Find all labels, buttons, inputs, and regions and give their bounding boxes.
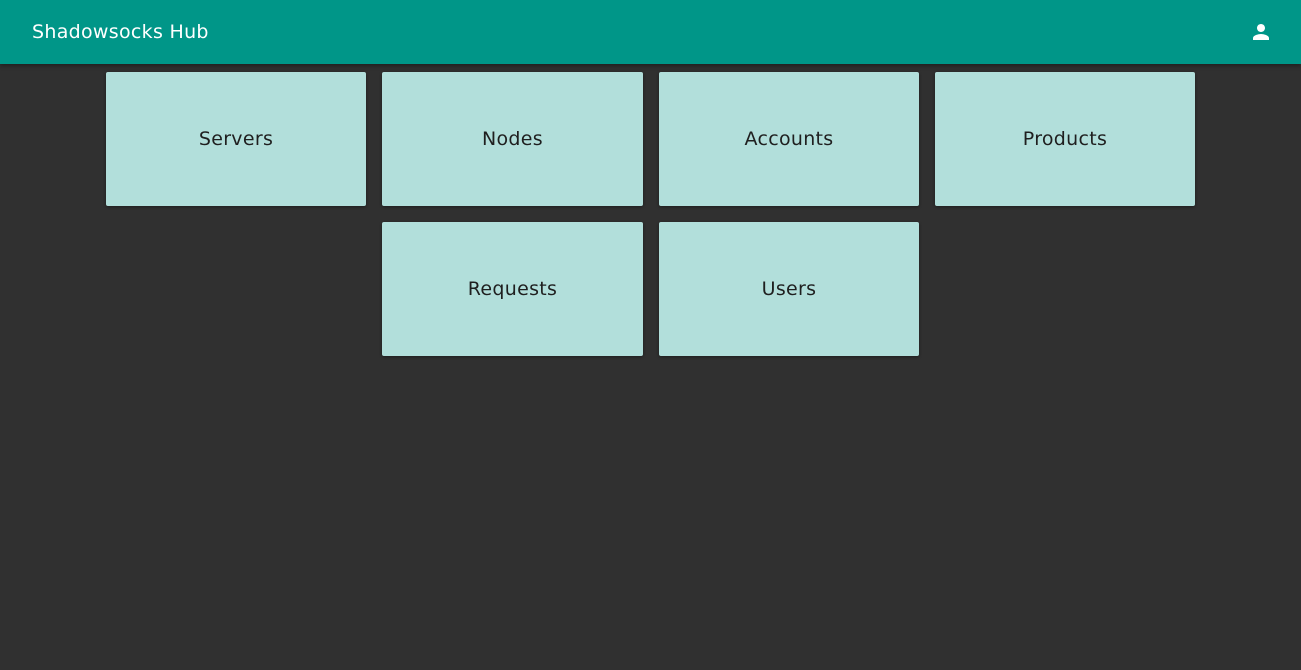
tile-users[interactable]: Users [659,222,919,356]
tile-products[interactable]: Products [935,72,1195,206]
tile-servers[interactable]: Servers [106,72,366,206]
app-toolbar: Shadowsocks Hub [0,0,1301,64]
tile-label: Requests [467,278,558,300]
tile-label: Nodes [482,128,543,150]
account-button[interactable] [1241,12,1281,52]
tile-label: Servers [198,128,274,150]
tile-nodes[interactable]: Nodes [382,72,643,206]
tile-accounts[interactable]: Accounts [659,72,919,206]
tile-label: Users [761,278,817,300]
tile-label: Accounts [744,128,834,150]
tile-requests[interactable]: Requests [382,222,643,356]
person-icon [1249,20,1273,44]
app-title: Shadowsocks Hub [32,21,209,43]
tile-label: Products [1022,128,1108,150]
